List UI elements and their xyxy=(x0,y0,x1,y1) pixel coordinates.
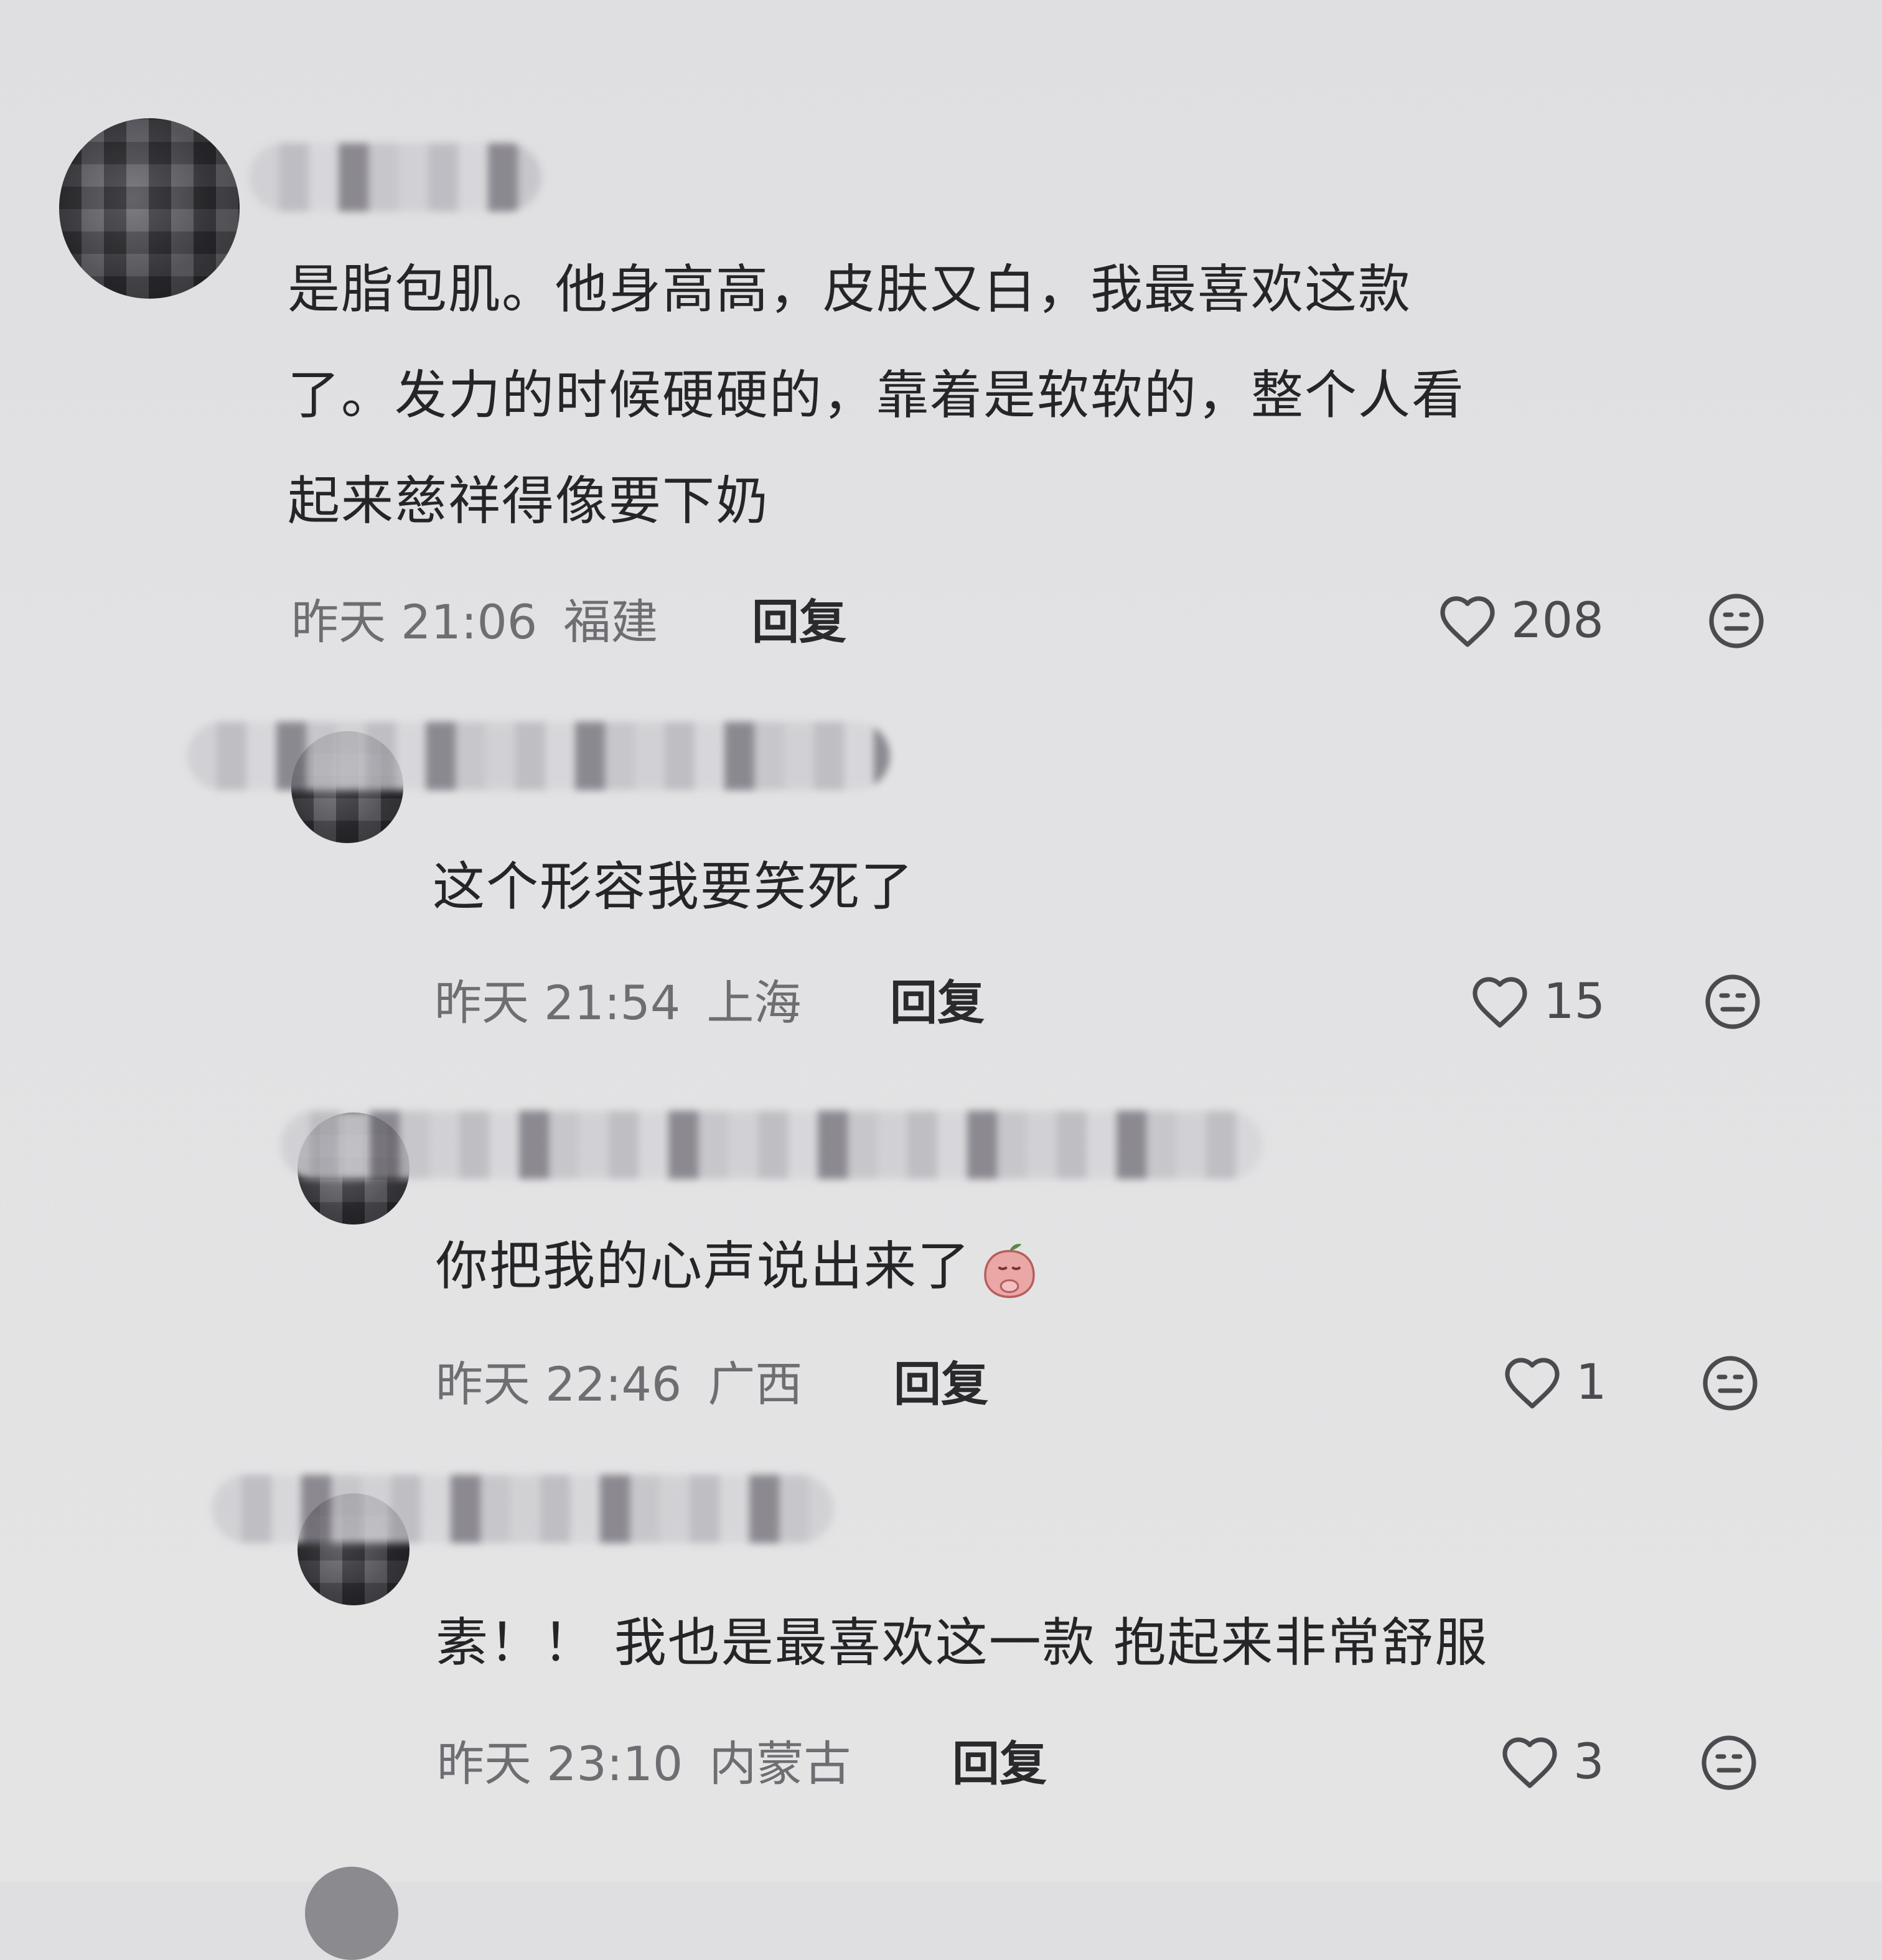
comment-meta: 昨天 21:54 上海 xyxy=(434,972,801,1034)
username-blurred[interactable] xyxy=(249,143,541,212)
avatar[interactable] xyxy=(59,118,240,299)
dislike-face-icon[interactable] xyxy=(1706,591,1766,651)
reply-button[interactable]: 回复 xyxy=(752,591,846,653)
dislike-face-icon[interactable] xyxy=(1700,1353,1760,1413)
heart-outline-icon xyxy=(1440,596,1495,647)
avatar-partial[interactable] xyxy=(305,1867,398,1960)
like-button[interactable]: 15 xyxy=(1470,971,1605,1033)
comment-date: 昨天 23:10 xyxy=(437,1736,683,1791)
comment-location: 内蒙古 xyxy=(709,1736,851,1791)
comment-date: 昨天 21:54 xyxy=(434,975,681,1030)
like-count: 3 xyxy=(1573,1734,1604,1790)
like-button[interactable]: 3 xyxy=(1500,1731,1604,1793)
comment-location: 上海 xyxy=(706,975,802,1030)
comment-location: 福建 xyxy=(563,594,658,650)
username-blurred[interactable] xyxy=(187,722,890,790)
heart-outline-icon xyxy=(1472,977,1527,1028)
reply-button[interactable]: 回复 xyxy=(890,972,985,1034)
comment-meta: 昨天 23:10 内蒙古 xyxy=(437,1733,851,1795)
like-button[interactable]: 208 xyxy=(1438,590,1604,652)
reply-button[interactable]: 回复 xyxy=(894,1353,988,1416)
like-count: 208 xyxy=(1511,593,1604,649)
comment-text: 你把我的心声说出来了 xyxy=(436,1213,1042,1319)
heart-outline-icon xyxy=(1505,1358,1560,1409)
reply-button[interactable]: 回复 xyxy=(952,1733,1047,1795)
comment-text: 这个形容我要笑死了 xyxy=(433,856,915,917)
comment-location: 广西 xyxy=(708,1356,803,1412)
dislike-face-icon[interactable] xyxy=(1703,972,1763,1032)
dislike-face-icon[interactable] xyxy=(1699,1733,1759,1793)
comment-text: 是脂包肌。他身高高，皮肤又白，我最喜欢这款 了。发力的时候硬硬的，靠着是软软的，… xyxy=(288,259,1466,531)
comment-meta: 昨天 22:46 广西 xyxy=(436,1353,802,1416)
comment-date: 昨天 22:46 xyxy=(436,1356,682,1412)
comment-meta: 昨天 21:06 福建 xyxy=(291,591,658,653)
like-count: 15 xyxy=(1543,974,1606,1030)
like-count: 1 xyxy=(1576,1355,1607,1411)
username-blurred[interactable] xyxy=(212,1475,834,1543)
like-button[interactable]: 1 xyxy=(1502,1351,1607,1414)
peach-praying-emoji xyxy=(984,1244,1035,1299)
username-blurred[interactable] xyxy=(280,1111,1263,1179)
comment-date: 昨天 21:06 xyxy=(291,594,538,650)
heart-outline-icon xyxy=(1502,1737,1557,1788)
comment-text: 素！！ 我也是最喜欢这一款 抱起来非常舒服 xyxy=(436,1612,1489,1673)
